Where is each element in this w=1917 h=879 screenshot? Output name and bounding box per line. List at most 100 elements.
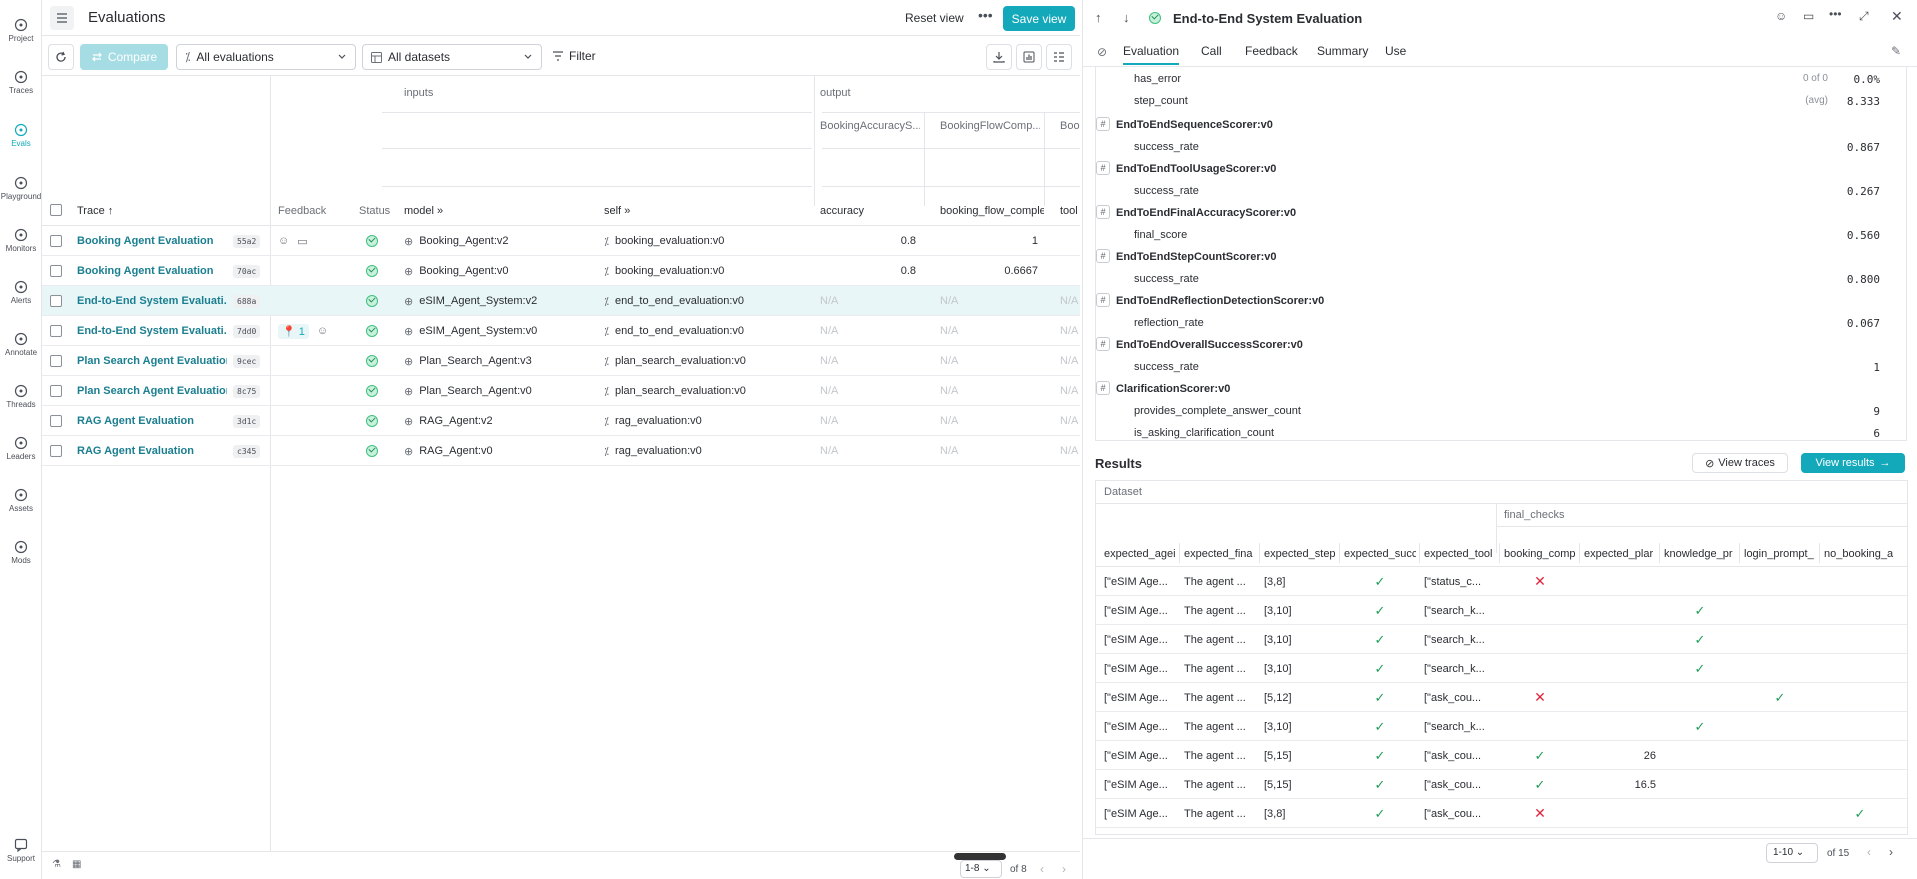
results-column-header[interactable]: expected_fina [1184, 548, 1256, 560]
self-name[interactable]: booking_evaluation:v0 [615, 235, 724, 247]
expand-icon[interactable]: » [624, 205, 630, 217]
model-name[interactable]: eSIM_Agent_System:v2 [419, 295, 537, 307]
results-row[interactable]: ["eSIM Age... The agent ... [3,10] ✓ ["searc… [1096, 625, 1907, 654]
next-page-icon[interactable]: › [1889, 845, 1893, 859]
view-traces-button[interactable]: ⊘ View traces [1692, 453, 1788, 473]
self-name[interactable]: rag_evaluation:v0 [615, 415, 702, 427]
tab-evaluation[interactable]: Evaluation [1123, 44, 1180, 65]
comment-icon[interactable]: ▭ [1803, 9, 1814, 23]
trace-link[interactable]: End-to-End System Evaluati... [77, 316, 227, 346]
trace-link[interactable]: RAG Agent Evaluation [77, 436, 227, 466]
tab-use[interactable]: Use [1385, 44, 1406, 58]
table-view-icon[interactable]: ▦ [72, 859, 81, 870]
model-name[interactable]: Booking_Agent:v2 [419, 235, 508, 247]
flask-icon[interactable]: ⚗ [52, 859, 61, 870]
table-row[interactable]: RAG Agent Evaluation 3d1c ⊕ RAG_Agent:v2 ⁒ ra… [42, 406, 1080, 436]
nav-item-evals[interactable]: Evals [0, 123, 42, 148]
results-column-header[interactable]: expected_succ [1344, 548, 1416, 560]
row-checkbox[interactable] [50, 385, 62, 397]
model-name[interactable]: eSIM_Agent_System:v0 [419, 325, 537, 337]
nav-item-support[interactable]: Support [0, 838, 42, 863]
chart-icon[interactable] [1016, 44, 1042, 70]
download-icon[interactable] [986, 44, 1012, 70]
filter-button[interactable]: Filter [552, 49, 596, 63]
comment-icon[interactable]: ▭ [297, 235, 307, 248]
results-column-header[interactable]: booking_comp [1504, 548, 1576, 560]
expand-icon[interactable]: » [437, 205, 443, 217]
prev-page-icon[interactable]: ‹ [1867, 845, 1871, 859]
next-page-icon[interactable]: › [1062, 862, 1066, 876]
results-column-header[interactable]: knowledge_pr [1664, 548, 1736, 560]
edit-icon[interactable]: ✎ [1891, 44, 1901, 58]
model-name[interactable]: Plan_Search_Agent:v3 [419, 355, 532, 367]
results-row[interactable]: ["eSIM Age... The agent ... [5,12] ✓ ["ask_c… [1096, 683, 1907, 712]
save-view-button[interactable]: Save view [1003, 6, 1075, 31]
columns-icon[interactable] [1046, 44, 1072, 70]
evaluations-select[interactable]: ⁒ All evaluations [176, 44, 356, 70]
row-checkbox[interactable] [50, 445, 62, 457]
arrow-down-icon[interactable]: ↓ [1123, 10, 1130, 25]
results-column-header[interactable]: expected_agei [1104, 548, 1176, 560]
table-row[interactable]: Booking Agent Evaluation 55a2 ☺ ▭ ⊕ Booking_A… [42, 226, 1080, 256]
menu-icon[interactable] [50, 6, 74, 30]
nav-item-annotate[interactable]: Annotate [0, 332, 42, 357]
close-icon[interactable]: ✕ [1891, 8, 1903, 25]
table-row[interactable]: Booking Agent Evaluation 70ac ⊕ Booking_Age… [42, 256, 1080, 286]
column-header-trace[interactable]: Trace ↑ [77, 205, 113, 217]
feedback-pin-badge[interactable]: 📍 1 [278, 323, 309, 339]
nav-item-threads[interactable]: Threads [0, 384, 42, 409]
select-all-checkbox[interactable] [50, 204, 62, 216]
nav-item-mods[interactable]: Mods [0, 540, 42, 565]
row-checkbox[interactable] [50, 295, 62, 307]
nav-item-assets[interactable]: Assets [0, 488, 42, 513]
trace-link[interactable]: Plan Search Agent Evaluation [77, 376, 227, 406]
row-checkbox[interactable] [50, 265, 62, 277]
results-page-size-select[interactable]: 1-10 ⌄ [1766, 843, 1818, 863]
column-header-model[interactable]: model » [404, 205, 443, 217]
column-header-accuracy[interactable]: accuracy [820, 205, 864, 217]
refresh-icon[interactable] [48, 44, 74, 70]
self-name[interactable]: plan_search_evaluation:v0 [615, 385, 746, 397]
column-header-booking-flow[interactable]: booking_flow_comple [940, 205, 1044, 217]
model-name[interactable]: RAG_Agent:v0 [419, 445, 492, 457]
model-name[interactable]: RAG_Agent:v2 [419, 415, 492, 427]
table-row[interactable]: Plan Search Agent Evaluation 8c75 ⊕ Plan_Se… [42, 376, 1080, 406]
results-row[interactable]: ["eSIM Age... The agent ... [5,15] ✓ ["ask_c… [1096, 770, 1907, 799]
results-row[interactable]: ["eSIM Age... The agent ... [3,8] ✓ ["ask_co… [1096, 799, 1907, 828]
trace-link[interactable]: Booking Agent Evaluation [77, 226, 227, 256]
table-row[interactable]: End-to-End System Evaluati... 7dd0 📍 1 ☺ ⊕ eS… [42, 316, 1080, 346]
row-checkbox[interactable] [50, 415, 62, 427]
datasets-select[interactable]: All datasets [362, 44, 542, 70]
trace-link[interactable]: End-to-End System Evaluati... [77, 286, 227, 316]
results-row[interactable]: ["eSIM Age... The agent ... [3,10] ✓ ["searc… [1096, 596, 1907, 625]
table-row[interactable]: End-to-End System Evaluati... 688a ⊕ eSIM_A… [42, 286, 1080, 316]
results-row[interactable]: ["eSIM Age... The agent ... [3,8] ✓ ["status… [1096, 567, 1907, 596]
results-row[interactable]: ["eSIM Age... The agent ... [3,10] ✓ ["searc… [1096, 654, 1907, 683]
trace-link[interactable]: RAG Agent Evaluation [77, 406, 227, 436]
self-name[interactable]: plan_search_evaluation:v0 [615, 355, 746, 367]
trace-link[interactable]: Plan Search Agent Evaluation [77, 346, 227, 376]
more-options-icon[interactable]: ••• [1829, 7, 1842, 21]
self-name[interactable]: rag_evaluation:v0 [615, 445, 702, 457]
page-size-select[interactable]: 1-8 ⌄ [960, 860, 1002, 878]
row-checkbox[interactable] [50, 325, 62, 337]
column-header-tool[interactable]: tool [1060, 205, 1080, 217]
model-name[interactable]: Booking_Agent:v0 [419, 265, 508, 277]
column-header-status[interactable]: Status [359, 205, 390, 217]
nav-item-playground[interactable]: Playground [0, 176, 42, 201]
column-header-self[interactable]: self » [604, 205, 630, 217]
fullscreen-icon[interactable]: ⤢ [1859, 9, 1869, 24]
results-row[interactable]: ["eSIM Age... The agent ... [3,10] ✓ ["searc… [1096, 712, 1907, 741]
add-reaction-icon[interactable]: ☺ [278, 235, 289, 247]
results-column-header[interactable]: expected_tool [1424, 548, 1496, 560]
add-reaction-icon[interactable]: ☺ [317, 325, 328, 337]
trace-link[interactable]: Booking Agent Evaluation [77, 256, 227, 286]
prev-page-icon[interactable]: ‹ [1040, 862, 1044, 876]
tab-feedback[interactable]: Feedback [1245, 44, 1298, 58]
nav-item-traces[interactable]: Traces [0, 70, 42, 95]
self-name[interactable]: end_to_end_evaluation:v0 [615, 295, 744, 307]
tab-call[interactable]: Call [1201, 44, 1222, 58]
row-checkbox[interactable] [50, 235, 62, 247]
results-column-header[interactable]: login_prompt_ [1744, 548, 1816, 560]
results-column-header[interactable]: expected_plar [1584, 548, 1656, 560]
